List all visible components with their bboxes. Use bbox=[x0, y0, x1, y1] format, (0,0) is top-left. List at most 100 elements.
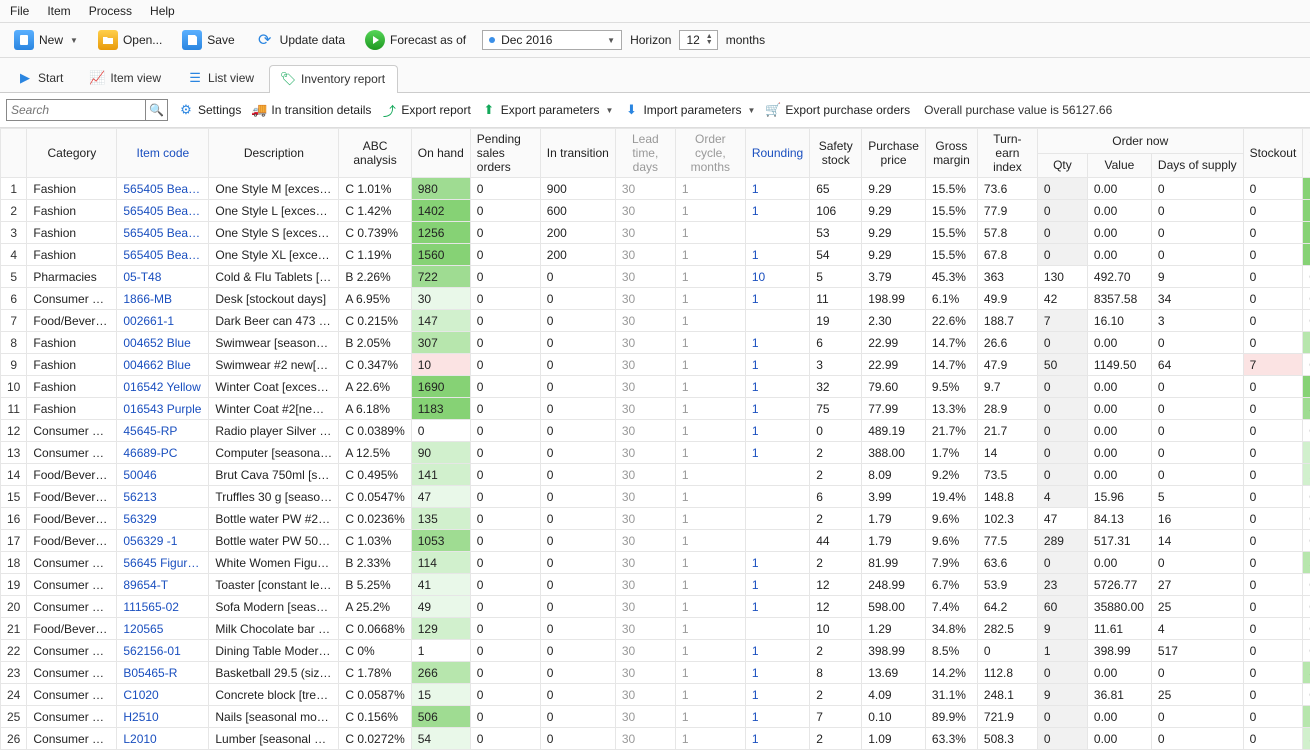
cell[interactable]: B 2.05% bbox=[339, 332, 411, 354]
cell[interactable]: 1 bbox=[675, 574, 745, 596]
export-report-button[interactable]: ⤴Export report bbox=[381, 102, 470, 118]
cell[interactable]: A 25.2% bbox=[339, 596, 411, 618]
cell[interactable]: 0 bbox=[470, 552, 540, 574]
cell[interactable]: 31.1% bbox=[925, 684, 977, 706]
menu-file[interactable]: File bbox=[10, 4, 29, 18]
cell[interactable]: 5 bbox=[1, 266, 27, 288]
cell[interactable]: 0 bbox=[470, 420, 540, 442]
cell[interactable]: 016543 Purple bbox=[117, 398, 209, 420]
cell[interactable]: 15.96 bbox=[1087, 486, 1151, 508]
item-code-link[interactable]: 565405 Beatles ... bbox=[123, 182, 209, 196]
cell[interactable]: 0 bbox=[1243, 178, 1303, 200]
cell[interactable]: 134 bbox=[1303, 332, 1310, 354]
col-safety[interactable]: Safety stock bbox=[810, 129, 862, 178]
cell[interactable]: 1 bbox=[675, 420, 745, 442]
cell[interactable]: 25 bbox=[1151, 684, 1243, 706]
cell[interactable]: 1 bbox=[745, 288, 809, 310]
cell[interactable]: 21.7% bbox=[925, 420, 977, 442]
cell[interactable]: 49 bbox=[411, 596, 470, 618]
cell[interactable]: 0 bbox=[1151, 552, 1243, 574]
cell[interactable]: 111565-02 bbox=[117, 596, 209, 618]
cell[interactable]: 30 bbox=[615, 442, 675, 464]
cell[interactable]: 30 bbox=[615, 244, 675, 266]
cell[interactable] bbox=[745, 508, 809, 530]
col-onhand[interactable]: On hand bbox=[411, 129, 470, 178]
cell[interactable]: 0 bbox=[1037, 376, 1087, 398]
cell[interactable]: C 0.0547% bbox=[339, 486, 411, 508]
cell[interactable]: Computer [seasonal ... bbox=[209, 442, 339, 464]
cell[interactable]: 30 bbox=[615, 508, 675, 530]
cell[interactable]: 492.70 bbox=[1087, 266, 1151, 288]
cell[interactable]: C 0.156% bbox=[339, 706, 411, 728]
cell[interactable]: 0 bbox=[1151, 178, 1243, 200]
cell[interactable]: C 1.42% bbox=[339, 200, 411, 222]
cell[interactable]: 1 bbox=[745, 640, 809, 662]
cell[interactable]: 130 bbox=[1037, 266, 1087, 288]
cell[interactable]: 1397 bbox=[1303, 178, 1310, 200]
cell[interactable]: 0 bbox=[470, 486, 540, 508]
cell[interactable]: 27 bbox=[1151, 574, 1243, 596]
cell[interactable]: 47 bbox=[1037, 508, 1087, 530]
cell[interactable]: 0 bbox=[1151, 222, 1243, 244]
cell[interactable]: 9.2% bbox=[925, 464, 977, 486]
cell[interactable]: 1 bbox=[745, 420, 809, 442]
cell[interactable]: 141 bbox=[411, 464, 470, 486]
cell[interactable]: 0 bbox=[470, 464, 540, 486]
cell[interactable] bbox=[745, 310, 809, 332]
cell[interactable]: 0 bbox=[1243, 332, 1303, 354]
cell[interactable]: 45.3% bbox=[925, 266, 977, 288]
cell[interactable]: 0 bbox=[1303, 310, 1310, 332]
cell[interactable]: 4 bbox=[1, 244, 27, 266]
cell[interactable]: 10 bbox=[745, 266, 809, 288]
cell[interactable]: 15 bbox=[411, 684, 470, 706]
table-row[interactable]: 14Food/Beverag...50046Brut Cava 750ml [s… bbox=[1, 464, 1310, 486]
cell[interactable]: 1 bbox=[675, 354, 745, 376]
cell[interactable]: 282.5 bbox=[977, 618, 1037, 640]
cell[interactable]: 0 bbox=[1303, 574, 1310, 596]
cell[interactable]: 89.9% bbox=[925, 706, 977, 728]
cell[interactable]: 19.4% bbox=[925, 486, 977, 508]
cell[interactable]: 46689-PC bbox=[117, 442, 209, 464]
cell[interactable]: C 0.0389% bbox=[339, 420, 411, 442]
cell[interactable]: 1 bbox=[675, 200, 745, 222]
cell[interactable]: Consumer go... bbox=[27, 728, 117, 750]
cell[interactable]: 79.60 bbox=[862, 376, 926, 398]
col-qty[interactable]: Qty bbox=[1037, 153, 1087, 178]
cell[interactable]: 9 bbox=[1037, 684, 1087, 706]
table-row[interactable]: 11Fashion016543 PurpleWinter Coat #2[new… bbox=[1, 398, 1310, 420]
cell[interactable]: 11 bbox=[810, 288, 862, 310]
cell[interactable]: 0 bbox=[540, 288, 615, 310]
cell[interactable]: C 1.78% bbox=[339, 662, 411, 684]
cell[interactable]: Consumer go... bbox=[27, 706, 117, 728]
cell[interactable]: 1 bbox=[745, 684, 809, 706]
cell[interactable]: Pharmacies bbox=[27, 266, 117, 288]
cell[interactable]: 0.00 bbox=[1087, 398, 1151, 420]
cell[interactable]: 7 bbox=[1037, 310, 1087, 332]
cell[interactable]: L2010 bbox=[117, 728, 209, 750]
cell[interactable]: 0 bbox=[540, 486, 615, 508]
cell[interactable]: 0 bbox=[540, 552, 615, 574]
col-margin[interactable]: Gross margin bbox=[925, 129, 977, 178]
item-code-link[interactable]: 016542 Yellow bbox=[123, 380, 200, 394]
cell[interactable]: 0 bbox=[540, 706, 615, 728]
cell[interactable]: 0 bbox=[1037, 662, 1087, 684]
cell[interactable]: 2.30 bbox=[862, 310, 926, 332]
cell[interactable]: 0 bbox=[1151, 332, 1243, 354]
cell[interactable]: 0 bbox=[1243, 640, 1303, 662]
cell[interactable]: 0 bbox=[470, 266, 540, 288]
cell[interactable]: 0 bbox=[1303, 596, 1310, 618]
update-data-button[interactable]: ⟳ Update data bbox=[247, 27, 353, 53]
cell[interactable]: 15.5% bbox=[925, 222, 977, 244]
cell[interactable]: 73.6 bbox=[977, 178, 1037, 200]
cell[interactable]: 0 bbox=[470, 178, 540, 200]
cell[interactable]: 0 bbox=[1243, 200, 1303, 222]
cell[interactable]: 0 bbox=[1243, 464, 1303, 486]
cell[interactable]: Swimwear #2 new[ne... bbox=[209, 354, 339, 376]
cell[interactable]: Fashion bbox=[27, 244, 117, 266]
cell[interactable]: 1 bbox=[745, 728, 809, 750]
cell[interactable]: Cold & Flu Tablets [se... bbox=[209, 266, 339, 288]
cell[interactable]: 0 bbox=[470, 596, 540, 618]
cell[interactable]: 22.6% bbox=[925, 310, 977, 332]
cell[interactable]: 517 bbox=[1151, 640, 1243, 662]
cell[interactable]: 0.00 bbox=[1087, 464, 1151, 486]
